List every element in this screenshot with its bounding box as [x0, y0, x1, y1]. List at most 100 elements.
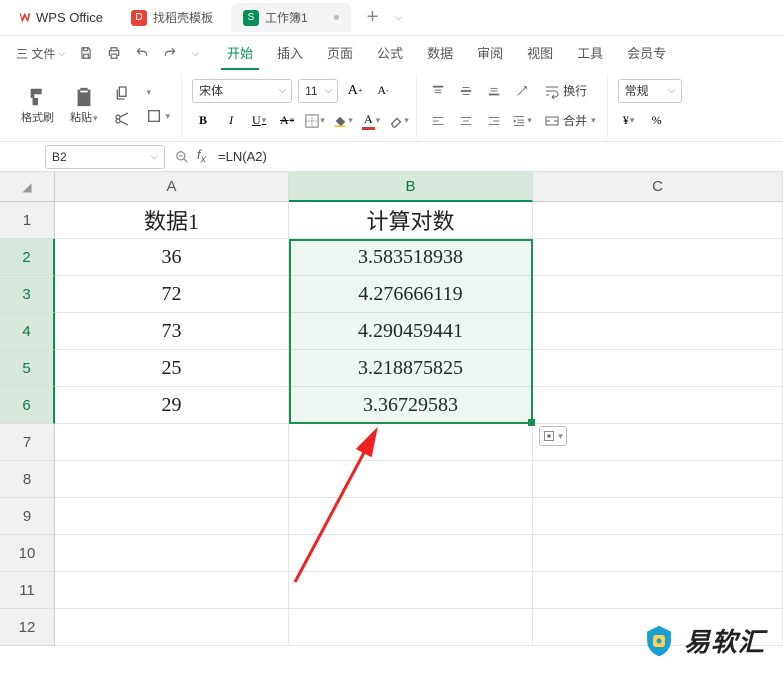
row-header-6[interactable]: 6 [0, 387, 55, 424]
cell-C5[interactable] [533, 350, 783, 387]
font-size-select[interactable]: 11 [298, 79, 338, 103]
underline-button[interactable]: U▾ [248, 110, 270, 132]
cell-B7[interactable] [289, 424, 533, 461]
italic-button[interactable]: I [220, 110, 242, 132]
cell-A2[interactable]: 36 [55, 239, 289, 276]
cell-C11[interactable] [533, 572, 783, 609]
cell-C1[interactable] [533, 202, 783, 239]
align-center-button[interactable] [455, 110, 477, 132]
ribbon-tab-tools[interactable]: 工具 [571, 37, 609, 70]
align-left-button[interactable] [427, 110, 449, 132]
cell-C10[interactable] [533, 535, 783, 572]
cell-B12[interactable] [289, 609, 533, 646]
font-color-button[interactable]: A▾ [360, 110, 382, 132]
qa-more[interactable]: ⌵ [185, 44, 205, 63]
clear-format-button[interactable]: ▾ [388, 110, 410, 132]
clipboard-more[interactable]: ▾ [141, 84, 176, 101]
cell-A5[interactable]: 25 [55, 350, 289, 387]
cell-B8[interactable] [289, 461, 533, 498]
row-header-3[interactable]: 3 [0, 276, 55, 313]
cell-A6[interactable]: 29 [55, 387, 289, 424]
ribbon-tab-formula[interactable]: 公式 [371, 37, 409, 70]
cell-B10[interactable] [289, 535, 533, 572]
cell-C4[interactable] [533, 313, 783, 350]
cut-button[interactable] [109, 108, 135, 130]
qa-undo-icon[interactable] [129, 42, 155, 64]
strike-button[interactable]: A▾ [276, 110, 298, 132]
ribbon-tab-data[interactable]: 数据 [421, 37, 459, 70]
currency-button[interactable]: ¥▾ [618, 110, 640, 132]
cell-A1[interactable]: 数据1 [55, 202, 289, 239]
cell-A4[interactable]: 73 [55, 313, 289, 350]
ribbon-tab-view[interactable]: 视图 [521, 37, 559, 70]
paste-button[interactable]: 粘贴▾ [65, 83, 103, 128]
cell-C7[interactable] [533, 424, 783, 461]
orientation-button[interactable] [511, 80, 533, 102]
indent-button[interactable]: ▾ [511, 110, 533, 132]
cell-A3[interactable]: 72 [55, 276, 289, 313]
tab-menu[interactable]: ⌵ [388, 8, 408, 27]
align-top-button[interactable] [427, 80, 449, 102]
qa-redo-icon[interactable] [157, 42, 183, 64]
ribbon-tab-review[interactable]: 审阅 [471, 37, 509, 70]
align-bottom-button[interactable] [483, 80, 505, 102]
cell-A12[interactable] [55, 609, 289, 646]
zoom-out-icon[interactable] [175, 150, 189, 164]
cell-C2[interactable] [533, 239, 783, 276]
file-menu[interactable]: 三 文件⌵ [10, 41, 71, 66]
bold-button[interactable]: B [192, 110, 214, 132]
row-header-5[interactable]: 5 [0, 350, 55, 387]
row-header-9[interactable]: 9 [0, 498, 55, 535]
cell-C6[interactable] [533, 387, 783, 424]
merge-button[interactable]: 合并▾ [539, 109, 601, 132]
fx-icon[interactable]: fx [197, 147, 206, 166]
cell-B5[interactable]: 3.218875825 [289, 350, 533, 387]
percent-button[interactable]: % [646, 110, 668, 132]
cell-B6[interactable]: 3.36729583 [289, 387, 533, 424]
cell-C8[interactable] [533, 461, 783, 498]
formula-input[interactable] [214, 146, 773, 167]
column-header-C[interactable]: C [533, 172, 783, 202]
copy-button[interactable] [109, 82, 135, 104]
format-painter-button[interactable]: 格式刷 [16, 83, 59, 128]
cell-A7[interactable] [55, 424, 289, 461]
ribbon-tab-page[interactable]: 页面 [321, 37, 359, 70]
tab-workbook[interactable]: S 工作簿1 [231, 3, 351, 32]
qa-save-icon[interactable] [73, 42, 99, 64]
cell-A11[interactable] [55, 572, 289, 609]
cell-B9[interactable] [289, 498, 533, 535]
cell-B3[interactable]: 4.276666119 [289, 276, 533, 313]
row-header-2[interactable]: 2 [0, 239, 55, 276]
grow-font-button[interactable]: A+ [344, 80, 366, 102]
cell-C9[interactable] [533, 498, 783, 535]
cell-B2[interactable]: 3.583518938 [289, 239, 533, 276]
cell-B4[interactable]: 4.290459441 [289, 313, 533, 350]
name-box[interactable]: B2 [45, 145, 165, 169]
cell-A9[interactable] [55, 498, 289, 535]
cell-B11[interactable] [289, 572, 533, 609]
ribbon-tab-insert[interactable]: 插入 [271, 37, 309, 70]
autofill-options-button[interactable]: ▾ [539, 426, 567, 446]
cell-A10[interactable] [55, 535, 289, 572]
border-button[interactable]: ▾ [304, 110, 326, 132]
shrink-font-button[interactable]: A- [372, 80, 394, 102]
shape-button[interactable]: ▾ [141, 105, 176, 127]
number-format-select[interactable]: 常规 [618, 79, 682, 103]
row-header-11[interactable]: 11 [0, 572, 55, 609]
row-header-7[interactable]: 7 [0, 424, 55, 461]
ribbon-tab-member[interactable]: 会员专 [621, 37, 672, 70]
cell-C3[interactable] [533, 276, 783, 313]
ribbon-tab-start[interactable]: 开始 [221, 37, 259, 70]
qa-print-icon[interactable] [101, 42, 127, 64]
align-middle-button[interactable] [455, 80, 477, 102]
tab-template[interactable]: D 找稻壳模板 [119, 3, 225, 32]
fill-color-button[interactable]: ▾ [332, 110, 354, 132]
new-tab-button[interactable]: + [361, 6, 385, 29]
column-header-B[interactable]: B [289, 172, 533, 202]
row-header-8[interactable]: 8 [0, 461, 55, 498]
font-name-select[interactable]: 宋体 [192, 79, 292, 103]
align-right-button[interactable] [483, 110, 505, 132]
select-all-corner[interactable]: ◢ [0, 172, 55, 202]
row-header-1[interactable]: 1 [0, 202, 55, 239]
cell-A8[interactable] [55, 461, 289, 498]
